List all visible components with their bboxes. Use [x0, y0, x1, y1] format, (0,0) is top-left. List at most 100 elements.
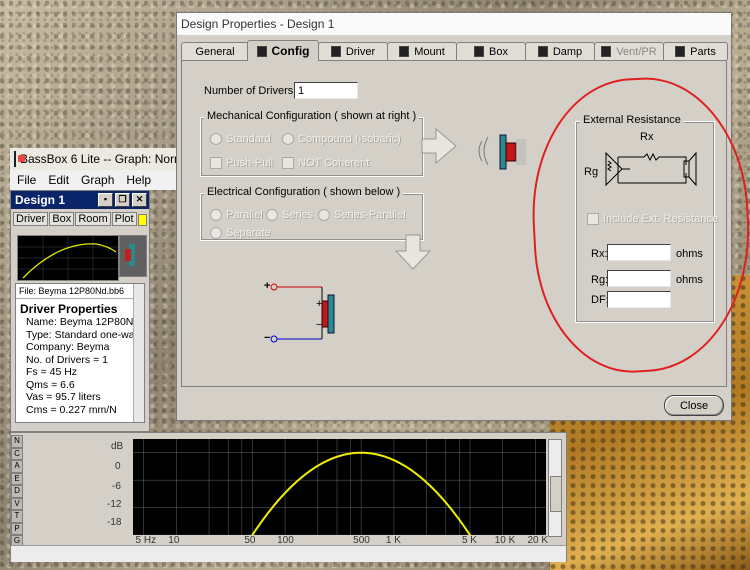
rg-diagram-label: Rg	[584, 166, 599, 178]
graph-panel: N C A E D V T P G dB 0 -6 -12 -18 5 Hz 10…	[10, 432, 567, 562]
radio-separate[interactable]: Separate	[210, 227, 271, 239]
info-scrollbar[interactable]	[133, 284, 144, 422]
tab-general[interactable]: General	[181, 42, 249, 60]
df-input[interactable]	[607, 291, 671, 308]
plus-terminal-label: +	[264, 280, 271, 292]
driver-vas: Vas = 95.7 liters	[26, 391, 101, 403]
circuit-diagram	[605, 151, 697, 187]
response-thumbnail[interactable]	[17, 235, 119, 281]
driver-info-list[interactable]: File: Beyma 12P80Nd.bb6 Driver Propertie…	[15, 283, 145, 423]
graph-tab-t[interactable]: T	[11, 510, 23, 523]
radio-standard[interactable]: Standard	[210, 133, 271, 145]
number-of-drivers-input[interactable]: 1	[294, 82, 358, 99]
copy-icon[interactable]: ❐	[115, 193, 130, 207]
box-icon	[601, 46, 612, 57]
graph-tab-e[interactable]: E	[11, 472, 23, 485]
rx-input[interactable]	[607, 244, 671, 261]
app-logo-icon	[14, 151, 25, 167]
design-properties-dialog: Design Properties - Design 1 General Con…	[176, 12, 732, 421]
graph-tab-a[interactable]: A	[11, 460, 23, 473]
response-plot[interactable]	[133, 439, 546, 546]
tab-vent-pr[interactable]: Vent/PR	[594, 42, 664, 60]
rg-label: Rg:	[591, 274, 609, 286]
response-curve	[133, 451, 546, 546]
tab-config[interactable]: Config	[247, 40, 319, 61]
main-menu-bar: File Edit Graph Help	[10, 170, 176, 190]
dialog-title-bar[interactable]: Design Properties - Design 1	[177, 13, 731, 35]
checkbox-not-coherent[interactable]: NOT Coherent	[282, 157, 369, 169]
radio-parallel[interactable]: Parallel	[210, 209, 263, 221]
menu-graph[interactable]: Graph	[81, 173, 114, 187]
plus-speaker-label: +	[316, 298, 323, 310]
graph-tab-d[interactable]: D	[11, 485, 23, 498]
driver-qms: Qms = 6.6	[26, 378, 75, 391]
graph-scrollbar[interactable]	[548, 439, 562, 537]
external-resistance-title: External Resistance	[580, 114, 684, 126]
graph-scrollbar-thumb[interactable]	[550, 476, 562, 512]
dialog-title: Design Properties - Design 1	[181, 17, 335, 31]
radio-series-parallel[interactable]: Series-Parallel	[318, 209, 406, 221]
tab-driver[interactable]: Driver	[318, 42, 388, 60]
tab-vent-pr-label: Vent/PR	[616, 45, 657, 58]
rx-diagram-label: Rx	[640, 131, 654, 143]
design-panel-tabs: Driver Box Room Plot	[11, 209, 149, 229]
color-swatch[interactable]	[137, 214, 147, 226]
radio-compound[interactable]: Compound (Isobaric)	[282, 133, 401, 145]
tab-config-label: Config	[271, 44, 310, 58]
y-tick-12: -12	[107, 499, 122, 510]
tab-parts[interactable]: Parts	[663, 42, 728, 60]
menu-edit[interactable]: Edit	[48, 173, 69, 187]
config-panel: Number of Drivers: 1 Mechanical Configur…	[181, 60, 727, 387]
speaker-icon	[330, 46, 341, 57]
tab-box[interactable]: Box	[456, 42, 526, 60]
thumbnail-graph	[18, 236, 118, 280]
close-button[interactable]: Close	[664, 395, 724, 416]
minus-terminal-label: −	[264, 332, 271, 344]
y-axis-label: dB	[111, 441, 124, 452]
close-icon[interactable]: ✕	[132, 193, 147, 207]
tab-plot[interactable]: Plot	[111, 212, 137, 226]
driver-properties-heading: Driver Properties	[20, 302, 118, 316]
graph-tab-p[interactable]: P	[11, 522, 23, 535]
radio-series[interactable]: Series	[266, 209, 313, 221]
include-ext-resistance-checkbox[interactable]: Include Ext. Resistance	[587, 213, 718, 225]
driver-company: Company: Beyma	[26, 341, 110, 353]
main-window-title-bar[interactable]: BassBox 6 Lite -- Graph: Norm	[10, 148, 176, 171]
save-icon[interactable]: ▪	[98, 193, 113, 207]
minus-speaker-label: −	[316, 319, 323, 331]
tab-driver[interactable]: Driver	[13, 212, 49, 226]
menu-file[interactable]: File	[17, 173, 36, 187]
graph-tab-v[interactable]: V	[11, 497, 23, 510]
menu-help[interactable]: Help	[126, 173, 151, 187]
status-bar	[11, 545, 566, 562]
tab-mount[interactable]: Mount	[387, 42, 457, 60]
wiring-diagram	[270, 283, 335, 343]
rg-input[interactable]	[607, 270, 671, 287]
rg-unit: ohms	[676, 274, 703, 286]
tab-parts-label: Parts	[690, 45, 716, 58]
design-panel: Design 1 ▪ ❐ ✕ Driver Box Room Plot File…	[10, 190, 150, 432]
box-icon	[537, 46, 548, 57]
dialog-tabs: General Config Driver Mount Box Damp Ven…	[181, 40, 728, 61]
y-tick-0: 0	[115, 461, 121, 472]
design-panel-title: Design 1	[15, 193, 66, 207]
graph-side-tabs: N C A E D V T P G	[11, 435, 23, 548]
tab-room[interactable]: Room	[75, 212, 111, 226]
graph-tab-c[interactable]: C	[11, 447, 23, 460]
driver-cms: Cms = 0.227 mm/N	[26, 403, 117, 416]
down-arrow-icon	[394, 234, 432, 270]
graph-tab-n[interactable]: N	[11, 435, 23, 448]
mechanical-config-title: Mechanical Configuration ( shown at righ…	[204, 110, 420, 122]
tab-mount-label: Mount	[414, 45, 445, 58]
box-icon	[675, 46, 686, 57]
tab-box-label: Box	[489, 45, 508, 58]
driver-fs: Fs = 45 Hz	[26, 366, 78, 378]
tab-damp[interactable]: Damp	[525, 42, 595, 60]
design-panel-header: Design 1 ▪ ❐ ✕	[11, 191, 149, 209]
speaker-thumbnail[interactable]	[119, 235, 147, 277]
checkbox-push-pull[interactable]: Push-Pull	[210, 157, 273, 169]
speaker-icon	[256, 45, 267, 57]
number-of-drivers-label: Number of Drivers:	[204, 85, 297, 97]
rx-label: Rx:	[591, 248, 608, 260]
tab-box[interactable]: Box	[49, 212, 75, 226]
